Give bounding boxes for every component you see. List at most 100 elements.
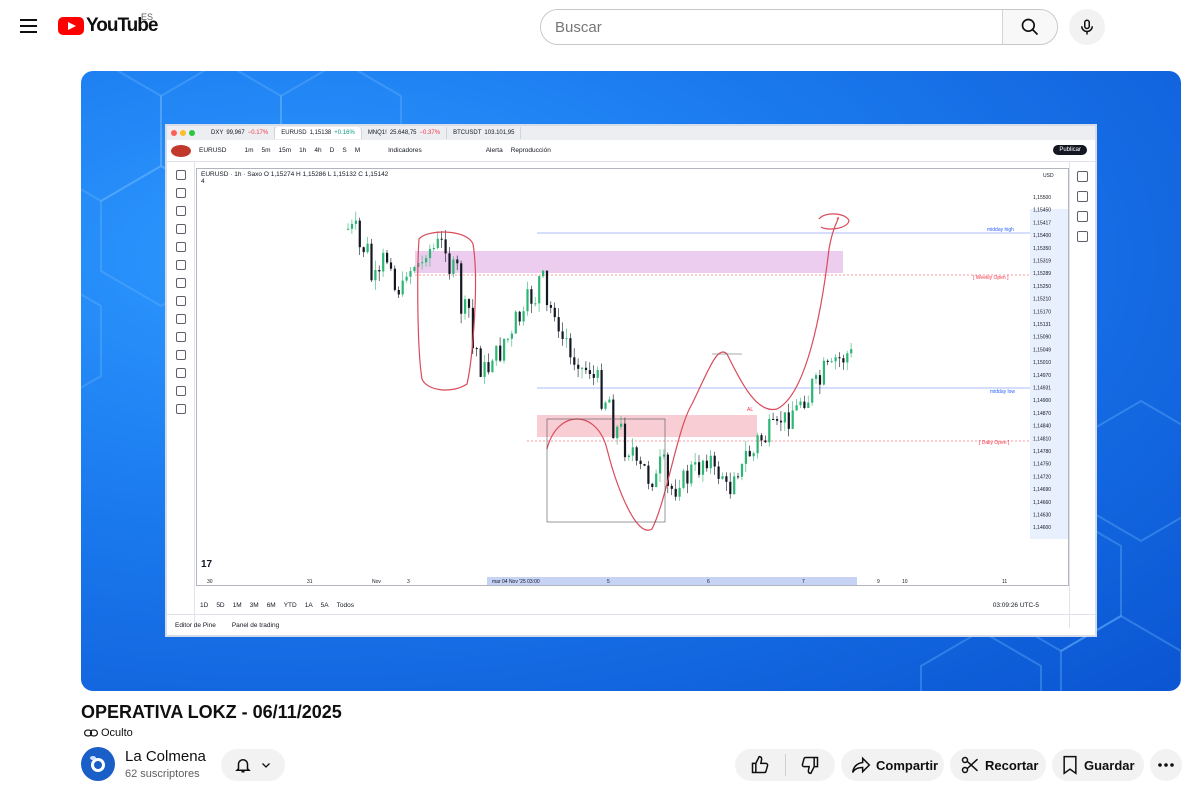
candle-body xyxy=(616,426,619,439)
tab-trading-panel[interactable]: Panel de trading xyxy=(232,622,279,629)
candle-body xyxy=(354,220,357,224)
trash-icon[interactable] xyxy=(175,404,186,414)
timeframe-d[interactable]: D xyxy=(330,147,335,154)
trendline-icon[interactable] xyxy=(175,188,186,198)
candle-body xyxy=(584,367,588,371)
magnet-icon[interactable] xyxy=(175,350,186,360)
voice-search-button[interactable] xyxy=(1069,9,1105,45)
tradingview-window: DXY 99,967 −0.17% EURUSD 1,15138 +0.16% … xyxy=(165,124,1097,637)
notifications-button[interactable] xyxy=(221,749,285,781)
fib-icon[interactable] xyxy=(175,206,186,216)
candle-body xyxy=(499,345,502,361)
save-button[interactable]: Guardar xyxy=(1052,749,1144,781)
candle-body xyxy=(748,450,751,457)
candle-body xyxy=(818,375,822,385)
heart-icon[interactable] xyxy=(175,296,186,306)
timeframe-s[interactable]: S xyxy=(342,147,346,154)
tab-dxy[interactable]: DXY 99,967 −0.17% xyxy=(205,127,276,139)
zoom-icon[interactable] xyxy=(175,332,186,342)
candle-body xyxy=(834,357,837,362)
forecast-icon[interactable] xyxy=(175,242,186,252)
price-tick-label: 1,14750 xyxy=(1033,462,1051,468)
candle-body xyxy=(358,220,361,248)
alerts-icon[interactable] xyxy=(1077,191,1088,202)
timeframe-15m[interactable]: 15m xyxy=(279,147,292,154)
tab-symbol: EURUSD xyxy=(281,130,307,136)
time-tick-label: 30 xyxy=(207,579,213,585)
alert-button[interactable]: Alerta xyxy=(486,147,503,154)
candle-body xyxy=(425,258,428,263)
timeframe-5m[interactable]: 5m xyxy=(261,147,270,154)
time-tick-label: 5 xyxy=(607,579,610,585)
price-tick-label: 1,15049 xyxy=(1033,347,1051,353)
menu-icon[interactable] xyxy=(10,8,46,44)
range-bar: 1D 5D 1M 3M 6M YTD 1A 5A Todos 03:09:26 … xyxy=(196,598,1069,612)
browser-tabs: DXY 99,967 −0.17% EURUSD 1,15138 +0.16% … xyxy=(167,126,1095,140)
range-all[interactable]: Todos xyxy=(337,602,354,609)
chat-icon[interactable] xyxy=(1077,231,1088,242)
range-1m[interactable]: 1M xyxy=(233,602,242,609)
replay-button[interactable]: Reproducción xyxy=(511,147,551,154)
pattern-icon[interactable] xyxy=(175,224,186,234)
search-button[interactable] xyxy=(1002,10,1057,44)
candle-body xyxy=(526,289,529,312)
tab-price: 1,15138 xyxy=(309,130,332,136)
range-1d[interactable]: 1D xyxy=(200,602,208,609)
price-chart[interactable]: EURUSD · 1h · Saxo O 1,15274 H 1,15286 L… xyxy=(196,168,1069,586)
candle-body xyxy=(604,402,607,409)
candle-body xyxy=(506,338,510,340)
timeframe-1h[interactable]: 1h xyxy=(299,147,306,154)
indicators-button[interactable]: Indicadores xyxy=(388,147,422,154)
clip-button[interactable]: Recortar xyxy=(950,749,1046,781)
candle-body xyxy=(779,420,783,423)
range-1a[interactable]: 1A xyxy=(305,602,313,609)
level-weekly-open: [ Weekly Open ] xyxy=(973,275,1009,281)
user-avatar-icon[interactable] xyxy=(171,144,191,157)
tab-eurusd[interactable]: EURUSD 1,15138 +0.16% xyxy=(275,127,362,139)
candle-body xyxy=(830,361,833,363)
candle-body xyxy=(643,464,646,466)
like-button[interactable] xyxy=(735,749,785,781)
candle-body xyxy=(553,307,556,318)
symbol-search[interactable]: EURUSD xyxy=(199,147,226,154)
brush-icon[interactable] xyxy=(175,260,186,270)
price-tick-label: 1,14690 xyxy=(1033,487,1051,493)
channel-avatar[interactable] xyxy=(81,747,115,781)
more-actions-button[interactable] xyxy=(1150,749,1182,781)
publish-button[interactable]: Publicar xyxy=(1053,145,1087,155)
lock-icon[interactable] xyxy=(175,368,186,378)
widget-sidebar xyxy=(1069,162,1095,628)
video-player[interactable]: DXY 99,967 −0.17% EURUSD 1,15138 +0.16% … xyxy=(81,71,1181,691)
range-ytd[interactable]: YTD xyxy=(284,602,297,609)
tab-pine-editor[interactable]: Editor de Pine xyxy=(175,622,216,629)
scissors-icon xyxy=(961,756,979,774)
layers-icon[interactable] xyxy=(1077,211,1088,222)
price-tick-label: 1,14900 xyxy=(1033,398,1051,404)
chart-legend: EURUSD · 1h · Saxo O 1,15274 H 1,15286 L… xyxy=(201,171,388,185)
candle-body xyxy=(744,450,747,464)
text-icon[interactable] xyxy=(175,278,186,288)
eye-icon[interactable] xyxy=(175,386,186,396)
watchlist-icon[interactable] xyxy=(1077,171,1088,182)
timeframe-4h[interactable]: 4h xyxy=(314,147,321,154)
candle-body xyxy=(737,476,740,478)
candle-body xyxy=(803,401,806,408)
timeframe-m[interactable]: M xyxy=(355,147,360,154)
range-5a[interactable]: 5A xyxy=(321,602,329,609)
crosshair-icon[interactable] xyxy=(175,170,186,180)
range-3m[interactable]: 3M xyxy=(250,602,259,609)
range-6m[interactable]: 6M xyxy=(267,602,276,609)
candle-body xyxy=(534,303,537,305)
search-input[interactable] xyxy=(541,10,1002,44)
share-button[interactable]: Compartir xyxy=(841,749,944,781)
range-5d[interactable]: 5D xyxy=(216,602,224,609)
candle-body xyxy=(421,262,424,264)
dislike-button[interactable] xyxy=(785,749,835,781)
timeframe-1m[interactable]: 1m xyxy=(244,147,253,154)
price-tick-label: 1,14840 xyxy=(1033,424,1051,430)
ruler-icon[interactable] xyxy=(175,314,186,324)
channel-name[interactable]: La Colmena xyxy=(125,748,206,765)
price-currency: USD xyxy=(1043,173,1054,179)
tab-mnq[interactable]: MNQ1! 25.648,75 −0.37% xyxy=(362,127,448,139)
tab-btcusdt[interactable]: BTCUSDT 103.101,95 xyxy=(447,127,522,139)
